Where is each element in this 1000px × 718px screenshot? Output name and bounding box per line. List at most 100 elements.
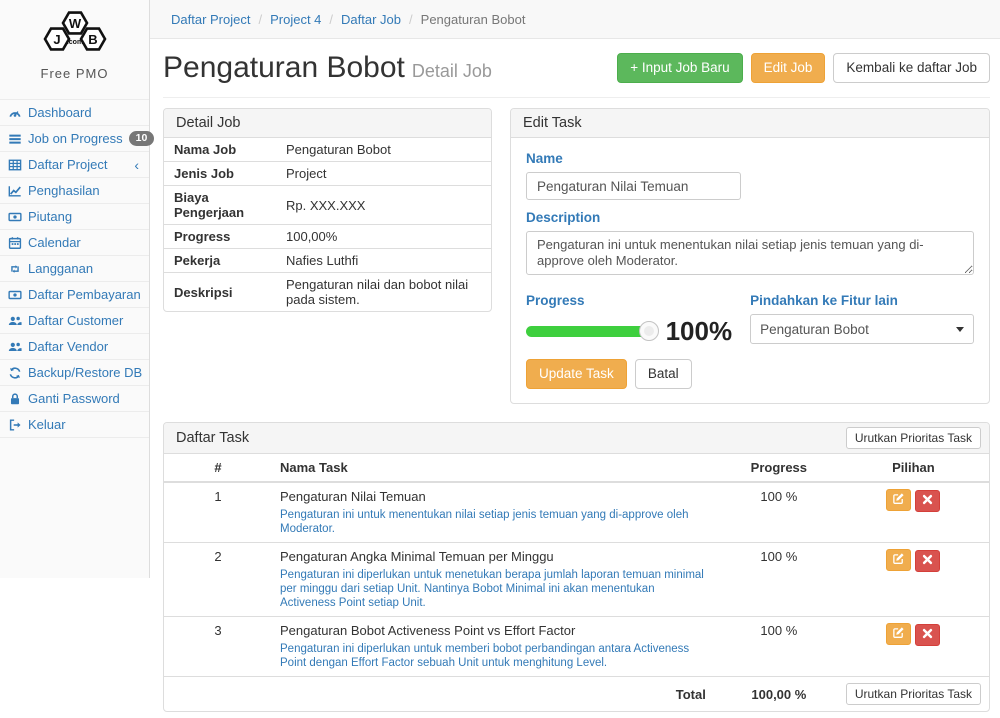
task-description: Pengaturan ini diperlukan untuk memberi … [280,642,712,670]
sidebar-item-daftar-vendor[interactable]: Daftar Vendor [0,333,149,359]
page-title-text: Pengaturan Bobot [163,51,405,84]
task-name-input[interactable] [526,172,741,200]
sidebar: W J B .com Free PMO DashboardJob on Prog… [0,0,150,578]
list-icon [7,132,22,146]
logo-letter-b: B [88,32,97,47]
detail-row-biaya-pengerjaan: Biaya PengerjaanRp. XXX.XXX [164,186,491,225]
edit-job-button[interactable]: Edit Job [751,53,826,83]
money-icon [7,210,22,224]
users-icon [7,340,22,354]
sidebar-item-label: Daftar Project [28,157,107,172]
task-name: Pengaturan Angka Minimal Temuan per Ming… [280,549,712,565]
logo-letter-w: W [68,16,81,31]
daftar-task-table: # Nama Task Progress Pilihan 1Pengaturan… [164,454,989,711]
delete-task-button[interactable] [915,550,940,572]
task-row-3: 3Pengaturan Bobot Activeness Point vs Ef… [164,617,989,677]
breadcrumb-daftar-job[interactable]: Daftar Job [341,12,401,27]
task-description: Pengaturan ini diperlukan untuk menetuka… [280,568,712,610]
task-name: Pengaturan Nilai Temuan [280,489,712,505]
money-icon [7,288,22,302]
urutkan-prioritas-task-button-top[interactable]: Urutkan Prioritas Task [846,427,981,449]
task-progress: 100 % [720,543,838,617]
users-icon [7,314,22,328]
sidebar-menu: DashboardJob on Progress10Daftar Project… [0,99,149,438]
move-feature-select[interactable]: Pengaturan Bobot [750,314,974,344]
edit-task-panel-title: Edit Task [511,109,989,138]
urutkan-prioritas-task-button-bottom[interactable]: Urutkan Prioritas Task [846,683,981,705]
daftar-task-table-foot: Total 100,00 % Urutkan Prioritas Task [164,677,989,712]
move-feature-selected-value: Pengaturan Bobot [760,322,869,337]
sidebar-item-label: Daftar Pembayaran [28,287,141,302]
detail-label: Biaya Pengerjaan [164,186,276,225]
edit-pencil-icon [892,552,905,568]
daftar-task-panel: Daftar Task Urutkan Prioritas Task # Nam… [163,422,990,712]
delete-x-icon [922,553,933,568]
sidebar-item-ganti-password[interactable]: Ganti Password [0,385,149,411]
sidebar-item-label: Calendar [28,235,81,250]
task-row-1: 1Pengaturan Nilai TemuanPengaturan ini u… [164,482,989,543]
logo[interactable]: W J B .com Free PMO [0,0,149,83]
table-icon [7,158,22,172]
task-description-textarea[interactable]: Pengaturan ini untuk menentukan nilai se… [526,231,974,275]
app-window: W J B .com Free PMO DashboardJob on Prog… [0,0,1000,578]
header-buttons: + Input Job Baru Edit Job Kembali ke daf… [617,53,990,83]
logo-letter-j: J [53,32,60,47]
sidebar-item-daftar-project[interactable]: Daftar Project ‹ [0,151,149,177]
daftar-task-rows: 1Pengaturan Nilai TemuanPengaturan ini u… [164,482,989,677]
batal-button[interactable]: Batal [635,359,692,389]
sidebar-item-label: Penghasilan [28,183,100,198]
sidebar-item-piutang[interactable]: Piutang [0,203,149,229]
sidebar-item-daftar-pembayaran[interactable]: Daftar Pembayaran [0,281,149,307]
detail-job-table: Nama JobPengaturan BobotJenis JobProject… [164,138,491,311]
edit-task-button[interactable] [886,549,911,571]
input-job-baru-button[interactable]: + Input Job Baru [617,53,742,83]
sidebar-item-daftar-customer[interactable]: Daftar Customer [0,307,149,333]
breadcrumb-separator: / [258,12,262,27]
delete-task-button[interactable] [915,624,940,646]
detail-label: Jenis Job [164,162,276,186]
sidebar-item-label: Backup/Restore DB [28,365,142,380]
slider-handle[interactable] [639,321,659,341]
edit-task-button[interactable] [886,489,911,511]
detail-value: Project [276,162,491,186]
progress-label: Progress [526,293,732,308]
sidebar-item-penghasilan[interactable]: Penghasilan [0,177,149,203]
edit-task-button[interactable] [886,623,911,645]
line-chart-icon [7,184,22,198]
sidebar-item-dashboard[interactable]: Dashboard [0,99,149,125]
task-progress: 100 % [720,617,838,677]
detail-job-panel: Detail Job Nama JobPengaturan BobotJenis… [163,108,492,312]
task-number: 1 [164,482,272,543]
update-task-button[interactable]: Update Task [526,359,627,389]
daftar-task-table-head: # Nama Task Progress Pilihan [164,454,989,482]
detail-label: Nama Job [164,138,276,162]
calendar-icon [7,236,22,250]
sidebar-item-calendar[interactable]: Calendar [0,229,149,255]
sidebar-item-job-on-progress[interactable]: Job on Progress10 [0,125,149,151]
slider-track[interactable] [526,326,650,337]
chevron-left-icon: ‹ [134,159,141,171]
detail-row-jenis-job: Jenis JobProject [164,162,491,186]
kembali-ke-daftar-job-button[interactable]: Kembali ke daftar Job [833,53,990,83]
task-actions [838,617,989,677]
delete-x-icon [922,493,933,508]
edit-task-form: Name Description Pengaturan ini untuk me… [511,138,989,403]
main-area: Daftar Project/Project 4/Daftar Job/Peng… [150,0,1000,578]
breadcrumb: Daftar Project/Project 4/Daftar Job/Peng… [171,12,525,27]
task-progress: 100 % [720,482,838,543]
detail-value: Pengaturan nilai dan bobot nilai pada si… [276,273,491,312]
delete-task-button[interactable] [915,490,940,512]
sidebar-item-label: Daftar Customer [28,313,123,328]
task-number: 2 [164,543,272,617]
sidebar-item-label: Daftar Vendor [28,339,108,354]
sidebar-item-backup-restore-db[interactable]: Backup/Restore DB [0,359,149,385]
panels-row: Detail Job Nama JobPengaturan BobotJenis… [163,108,990,404]
task-name-cell: Pengaturan Bobot Activeness Point vs Eff… [272,617,720,677]
sidebar-item-label: Langganan [28,261,93,276]
sidebar-item-keluar[interactable]: Keluar [0,411,149,438]
breadcrumb-project-4[interactable]: Project 4 [270,12,321,27]
page-subtitle: Detail Job [412,61,492,81]
top-navbar: Daftar Project/Project 4/Daftar Job/Peng… [150,0,1000,39]
sidebar-item-langganan[interactable]: Langganan [0,255,149,281]
breadcrumb-daftar-project[interactable]: Daftar Project [171,12,250,27]
